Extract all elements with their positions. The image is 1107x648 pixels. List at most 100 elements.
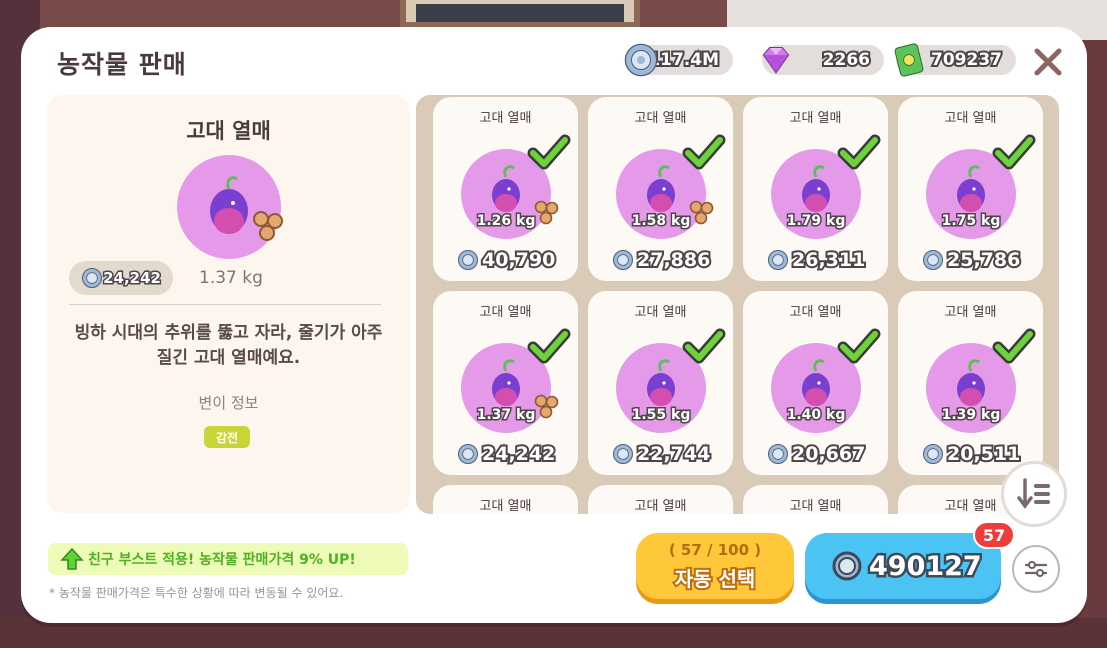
background-window [400, 0, 640, 28]
crop-card-weight: 1.39 kg [940, 406, 1002, 425]
coin-icon [613, 250, 633, 270]
crop-sell-modal: 농작물 판매 117.4M 2266 709237 고대 열매 24,242 1… [21, 27, 1087, 623]
sell-total: 490127 [867, 548, 985, 584]
coin-icon [923, 250, 943, 270]
selected-count-badge: 57 [973, 521, 1015, 549]
crop-card-name: 고대 열매 [479, 499, 532, 514]
coin-balance: 117.4M [624, 43, 733, 77]
auto-select-button[interactable]: ( 57 / 100 ) 자동 선택 [636, 533, 794, 599]
crop-card-price-value: 25,786 [945, 247, 1022, 273]
boost-text: 친구 부스트 적용! 농작물 판매가격 9% UP! [88, 552, 356, 568]
check-icon [527, 134, 571, 170]
crop-card[interactable]: 고대 열매 1.79 kg 26,311 [743, 97, 888, 281]
filter-icon [1024, 561, 1048, 577]
coin-icon [458, 250, 478, 270]
coin-icon [613, 444, 633, 464]
coin-icon [82, 268, 102, 288]
crop-card-price-value: 20,667 [790, 441, 867, 467]
crop-card[interactable]: 고대 열매 1.26 kg 40,790 [433, 97, 578, 281]
cash-balance: 709237 [894, 43, 1016, 77]
crop-card[interactable]: 고대 열매 [433, 485, 578, 514]
check-icon [527, 328, 571, 364]
seed-icon [253, 211, 283, 241]
detail-crop-image [177, 155, 283, 259]
arrow-up-icon [60, 547, 84, 570]
crop-card-name: 고대 열매 [479, 305, 532, 320]
crop-card[interactable]: 고대 열매 1.75 kg 25,786 [898, 97, 1043, 281]
crop-card-price: 26,311 [767, 247, 877, 273]
coin-icon [832, 551, 862, 581]
coin-icon [768, 250, 788, 270]
crop-card-name: 고대 열매 [479, 111, 532, 126]
check-icon [682, 328, 726, 364]
crop-card-name: 고대 열매 [634, 499, 687, 514]
price-note: * 농작물 판매가격은 특수한 상황에 따라 변동될 수 있어요. [49, 586, 344, 600]
auto-select-count: ( 57 / 100 ) [668, 541, 762, 559]
crop-card-name: 고대 열매 [789, 305, 842, 320]
crop-card-weight: 1.55 kg [630, 406, 692, 425]
crop-card[interactable]: 고대 열매 1.39 kg 20,511 [898, 291, 1043, 475]
cash-icon [894, 43, 924, 77]
auto-select-label: 자동 선택 [673, 565, 758, 593]
sell-button[interactable]: 490127 [805, 533, 1001, 599]
crop-card-price-value: 24,242 [480, 441, 557, 467]
check-icon [682, 134, 726, 170]
crop-card[interactable]: 고대 열매 1.55 kg 22,744 [588, 291, 733, 475]
close-button[interactable] [1031, 45, 1065, 79]
filter-button[interactable] [1012, 545, 1060, 593]
check-icon [837, 328, 881, 364]
close-icon [1034, 48, 1062, 76]
fruit-icon [210, 176, 248, 234]
detail-weight: 1.37 kg [199, 268, 263, 288]
crop-card[interactable]: 고대 열매 1.58 kg 27,886 [588, 97, 733, 281]
gem-amount: 2266 [821, 48, 872, 72]
sort-button[interactable] [1001, 461, 1067, 527]
check-icon [837, 134, 881, 170]
crop-card-weight: 1.40 kg [785, 406, 847, 425]
mutation-info-title: 변이 정보 [198, 394, 259, 412]
friend-boost-banner: 친구 부스트 적용! 농작물 판매가격 9% UP! [48, 543, 408, 575]
crop-card-price: 27,886 [612, 247, 722, 273]
crop-card-price: 20,511 [922, 441, 1032, 467]
crop-card-name: 고대 열매 [634, 305, 687, 320]
check-icon [992, 328, 1036, 364]
crop-card-price: 20,667 [767, 441, 877, 467]
crop-card-price: 25,786 [922, 247, 1032, 273]
crop-card-weight: 1.26 kg [475, 212, 537, 231]
crop-card-price: 22,744 [612, 441, 722, 467]
coin-icon [624, 43, 658, 77]
crop-card-weight: 1.37 kg [475, 406, 537, 425]
detail-description: 빙하 시대의 추위를 뚫고 자라, 줄기가 아주 질긴 고대 열매예요. [74, 323, 383, 368]
coin-icon [768, 444, 788, 464]
crop-card-weight: 1.79 kg [785, 212, 847, 231]
sort-icon [1017, 478, 1050, 509]
crop-card[interactable]: 고대 열매 [588, 485, 733, 514]
gem-icon [762, 47, 790, 74]
mutation-badge: 감전 [204, 426, 250, 448]
crop-card-price-value: 20,511 [945, 441, 1022, 467]
crop-card-price: 40,790 [457, 247, 567, 273]
crop-card-weight: 1.58 kg [630, 212, 692, 231]
detail-crop-name: 고대 열매 [186, 119, 271, 143]
crop-card-price-value: 27,886 [635, 247, 712, 273]
cash-amount: 709237 [929, 48, 1004, 72]
selected-crop-detail: 고대 열매 24,242 1.37 kg 빙하 시대의 추위를 뚫고 자라, 줄… [47, 95, 410, 513]
modal-title: 농작물 판매 [57, 50, 187, 79]
crop-grid[interactable]: 고대 열매 1.26 kg 40,790 고대 열매 1.58 kg 27,886 고대 열… [416, 95, 1059, 514]
detail-price: 24,242 [69, 261, 173, 295]
crop-card-name: 고대 열매 [944, 111, 997, 126]
gem-balance: 2266 [762, 45, 884, 75]
crop-card[interactable]: 고대 열매 [743, 485, 888, 514]
coin-icon [458, 444, 478, 464]
crop-card-name: 고대 열매 [944, 305, 997, 320]
crop-card-price-value: 26,311 [790, 247, 867, 273]
crop-card-name: 고대 열매 [789, 499, 842, 514]
crop-card-price-value: 40,790 [480, 247, 557, 273]
crop-card[interactable]: 고대 열매 1.40 kg 20,667 [743, 291, 888, 475]
detail-price-value: 24,242 [102, 268, 163, 289]
crop-card-price: 24,242 [457, 441, 567, 467]
coin-icon [923, 444, 943, 464]
crop-card-name: 고대 열매 [789, 111, 842, 126]
crop-card[interactable]: 고대 열매 1.37 kg 24,242 [433, 291, 578, 475]
crop-card-weight: 1.75 kg [940, 212, 1002, 231]
